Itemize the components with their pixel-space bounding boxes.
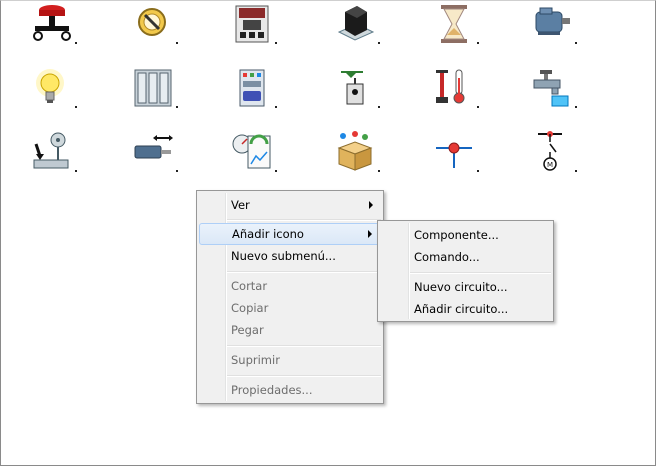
linear-actuator-icon[interactable] bbox=[131, 130, 178, 174]
submenu-item-anadir-circuito[interactable]: Añadir circuito... bbox=[380, 298, 551, 320]
menu-item-cortar: Cortar bbox=[231, 279, 268, 293]
limit-switch-icon[interactable] bbox=[333, 66, 380, 110]
switch-block-icon[interactable] bbox=[333, 2, 380, 46]
menu-separator bbox=[227, 219, 381, 221]
menu-item-pegar: Pegar bbox=[231, 323, 264, 337]
menu-separator bbox=[227, 375, 381, 377]
emergency-stop-button-icon[interactable] bbox=[30, 2, 77, 46]
junction-node-icon[interactable] bbox=[432, 130, 479, 174]
hourglass-icon[interactable] bbox=[432, 2, 479, 46]
context-menu: Ver Añadir icono Nuevo submenú... Cortar… bbox=[196, 190, 384, 404]
submenu-arrow-icon bbox=[368, 230, 372, 238]
menu-item-anadir-icono[interactable]: Añadir icono bbox=[199, 223, 381, 245]
fuse-icon[interactable] bbox=[131, 2, 178, 46]
menu-item-nuevo-submenu[interactable]: Nuevo submenú... bbox=[199, 245, 381, 267]
light-bulb-icon[interactable] bbox=[30, 66, 77, 110]
contactor-icon[interactable] bbox=[230, 2, 277, 46]
menu-item-ver[interactable]: Ver bbox=[199, 194, 381, 216]
menu-item-copiar: Copiar bbox=[231, 301, 269, 315]
package-box-icon[interactable] bbox=[333, 130, 380, 174]
submenu-item-componente[interactable]: Componente... bbox=[380, 224, 551, 246]
submenu-arrow-icon bbox=[369, 201, 373, 209]
menu-separator bbox=[227, 345, 381, 347]
submenu-item-comando[interactable]: Comando... bbox=[380, 246, 551, 268]
menu-item-propiedades: Propiedades... bbox=[231, 383, 313, 397]
water-tap-icon[interactable] bbox=[530, 66, 577, 110]
plc-rack-icon[interactable] bbox=[131, 66, 178, 110]
electric-motor-icon[interactable] bbox=[530, 2, 577, 46]
sensor-antenna-icon[interactable] bbox=[30, 130, 77, 174]
menu-separator bbox=[410, 272, 551, 274]
menu-item-suprimir: Suprimir bbox=[231, 353, 280, 367]
svg-text:M: M bbox=[547, 161, 553, 169]
submenu-item-nuevo-circuito[interactable]: Nuevo circuito... bbox=[380, 276, 551, 298]
add-icon-submenu: Componente... Comando... Nuevo circuito.… bbox=[377, 220, 554, 322]
motor-circuit-icon[interactable]: M bbox=[530, 130, 577, 174]
menu-separator bbox=[227, 271, 381, 273]
gauges-chart-icon[interactable] bbox=[230, 130, 277, 174]
io-module-icon[interactable] bbox=[230, 66, 277, 110]
thermometer-pump-icon[interactable] bbox=[432, 66, 479, 110]
